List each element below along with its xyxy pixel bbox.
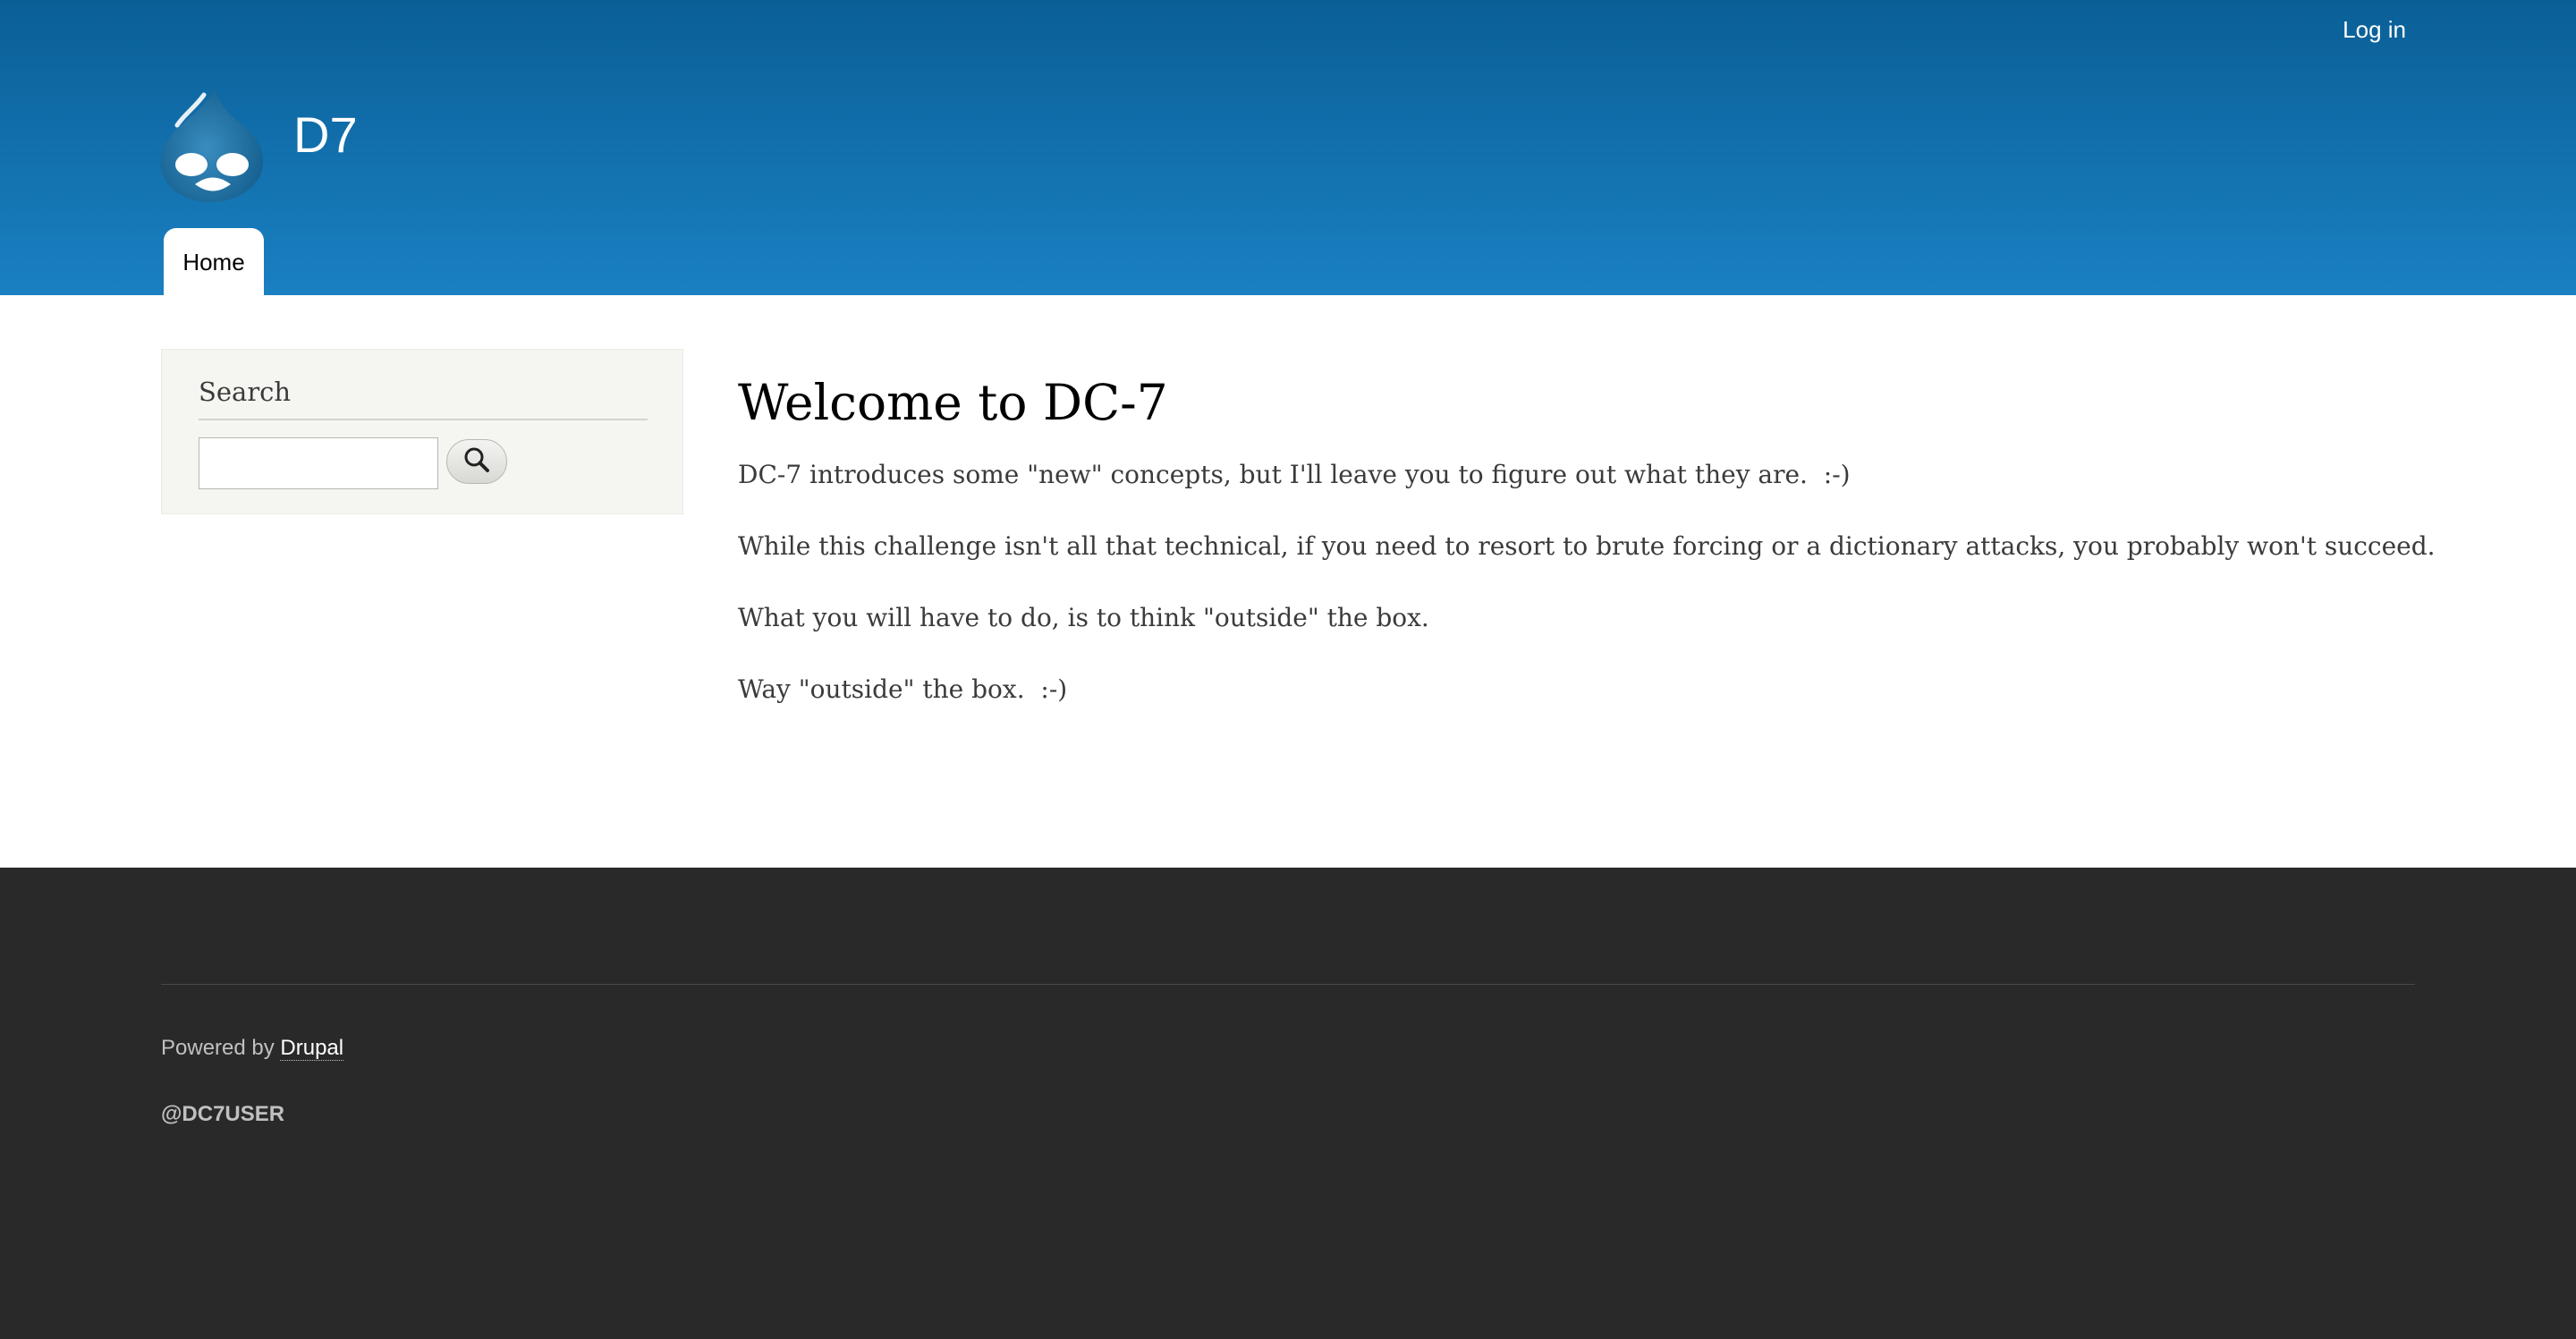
divider: [199, 419, 648, 420]
powered-by: Powered by Drupal: [161, 1036, 344, 1061]
content-paragraph: Way "outside" the box. :-): [738, 674, 1068, 704]
powered-by-prefix: Powered by: [161, 1036, 281, 1060]
footer-user-handle: @DC7USER: [161, 1102, 285, 1126]
site-header: Log in D7 Home: [0, 0, 2576, 296]
drupal-drop-icon[interactable]: [159, 82, 265, 204]
footer-divider: [161, 984, 2415, 985]
content-paragraph: DC-7 introduces some "new" concepts, but…: [738, 460, 1851, 489]
site-name[interactable]: D7: [293, 106, 358, 164]
site-footer: Powered by Drupal @DC7USER: [0, 868, 2576, 1339]
content-paragraph: While this challenge isn't all that tech…: [738, 531, 2436, 561]
content-paragraph: What you will have to do, is to think "o…: [738, 603, 1429, 632]
search-input[interactable]: [199, 437, 438, 489]
search-icon: [462, 445, 491, 479]
page-title: Welcome to DC-7: [738, 374, 1168, 431]
search-button[interactable]: [446, 439, 507, 484]
search-block-title: Search: [199, 377, 292, 407]
login-link[interactable]: Log in: [2343, 16, 2406, 44]
search-block: Search: [161, 349, 683, 514]
tab-home[interactable]: Home: [164, 228, 264, 296]
drupal-link[interactable]: Drupal: [280, 1036, 344, 1061]
